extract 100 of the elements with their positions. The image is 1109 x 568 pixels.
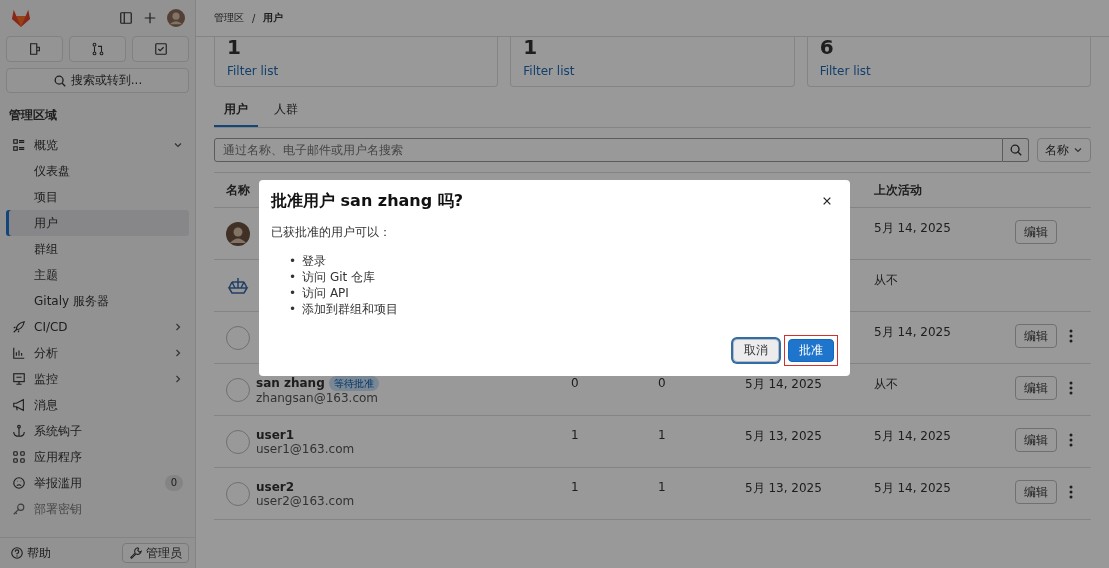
admin-button[interactable]: 管理员 [122,543,189,563]
table-cell-text: 5月 14, 2025 [874,428,952,445]
search-button[interactable] [1003,138,1029,162]
table-cell-text: 5月 14, 2025 [874,220,952,237]
edit-button[interactable]: 编辑 [1015,376,1057,400]
more-options-icon[interactable] [1069,381,1073,395]
dialog-title: 批准用户 san zhang 吗? [271,190,464,212]
grid-icon [12,450,26,464]
nav-subitem[interactable]: 主题 [6,262,189,288]
dialog-text: 已获批准的用户可以： [271,224,392,241]
nav-item[interactable]: 举报滥用 0 [6,470,189,496]
nav-subitem[interactable]: 用户 [6,210,189,236]
rocket-icon [12,320,26,334]
nav-subitem[interactable]: 群组 [6,236,189,262]
table-cell-text: 1 [571,479,580,494]
list-item: 访问 API [302,285,349,301]
count-badge: 0 [164,475,183,491]
nav-item[interactable]: 应用程序 [6,444,189,470]
key-icon [12,502,26,516]
edit-button[interactable]: 编辑 [1015,428,1057,452]
avatar [226,222,250,246]
table-cell-text: 5月 14, 2025 [745,376,823,393]
sad-face-icon [12,476,26,490]
edit-button[interactable]: 编辑 [1015,324,1057,348]
help-icon [10,546,24,560]
stat-value: 6 [819,37,835,57]
close-icon[interactable] [822,196,832,206]
nav-subitem[interactable]: 仪表盘 [6,158,189,184]
table-cell-text: 5月 13, 2025 [745,480,823,497]
filter-link[interactable]: Filter list [819,64,1078,78]
fox-logo-icon[interactable] [10,8,32,28]
plus-icon[interactable] [143,11,157,25]
table-cell-text: 1 [658,479,667,494]
todo-button[interactable] [132,36,189,62]
help-button[interactable]: 帮助 [6,544,55,562]
bullet: • [289,269,297,285]
user-name-link[interactable]: user1 [256,428,295,442]
more-options-icon[interactable] [1069,485,1073,499]
table-cell-text: 1 [571,427,580,442]
list-item: 添加到群组和项目 [302,301,399,317]
list-icon [12,138,26,152]
table-cell-text: 5月 14, 2025 [874,324,952,341]
nav-item[interactable]: 消息 [6,392,189,418]
merge-icon [90,42,105,56]
list-item: 访问 Git 仓库 [302,269,376,285]
bullet: • [289,285,297,301]
table-cell-text: 从不 [874,376,899,393]
sidebar-toggle-icon[interactable] [119,11,133,25]
bar-chart-icon [12,346,26,360]
user-email: zhangsan@163.com [256,390,379,405]
sort-dropdown[interactable]: 名称 [1037,138,1091,162]
nav-item[interactable]: 分析 [6,340,189,366]
approve-button[interactable]: 批准 [788,339,834,362]
edit-button[interactable]: 编辑 [1015,480,1057,504]
list-item: 登录 [302,253,327,269]
tab[interactable]: 人群 [264,91,308,127]
stat-value: 1 [523,37,539,57]
chevron-down-icon [1073,145,1083,155]
edit-button[interactable]: 编辑 [1015,220,1057,244]
nav-item[interactable]: CI/CD [6,314,189,340]
filter-link[interactable]: Filter list [227,64,486,78]
breadcrumb-link[interactable]: 用户 [263,11,284,25]
nav-item[interactable]: 监控 [6,366,189,392]
anchor-icon [12,424,26,438]
breadcrumb-separator: / [252,12,256,24]
filter-link[interactable]: Filter list [523,64,782,78]
more-options-icon[interactable] [1069,433,1073,447]
nav-item[interactable]: 概览 [6,132,189,158]
nav-item[interactable]: 系统钩子 [6,418,189,444]
tab[interactable]: 用户 [214,91,258,127]
user-avatar[interactable] [167,9,185,27]
section-title: 管理区域 [9,107,58,124]
issues-button[interactable] [6,36,63,62]
merge-requests-button[interactable] [69,36,126,62]
search-icon [1008,143,1023,157]
document-icon [27,42,42,56]
more-options-icon[interactable] [1069,329,1073,343]
breadcrumb-link[interactable]: 管理区 [214,11,244,25]
table-cell-text: 5月 14, 2025 [874,480,952,497]
nav-subitem[interactable]: 项目 [6,184,189,210]
nav-subitem[interactable]: Gitaly 服务器 [6,288,189,314]
search-icon [52,73,67,88]
user-name-link[interactable]: user2 [256,480,295,494]
bullet: • [289,253,297,269]
search-button[interactable]: 搜索或转到... [6,68,189,93]
nav-item[interactable]: 部署密钥 [6,496,189,522]
checkbox-icon [153,42,168,56]
wrench-icon [129,546,143,560]
column-header: 上次活动 [874,182,922,197]
cancel-button[interactable]: 取消 [733,339,779,362]
table-cell-text: 从不 [874,272,899,289]
search-field[interactable]: 通过名称、电子邮件或用户名搜索 [214,138,1003,162]
user-name-link[interactable]: san zhang [256,376,325,390]
table-cell-text: 5月 13, 2025 [745,428,823,445]
table-cell-text: 0 [571,375,580,390]
table-cell-text: 1 [658,427,667,442]
column-header: 名称 [226,182,250,197]
user-email: user2@163.com [256,494,355,508]
user-email: user1@163.com [256,442,355,456]
bullet: • [289,301,297,317]
